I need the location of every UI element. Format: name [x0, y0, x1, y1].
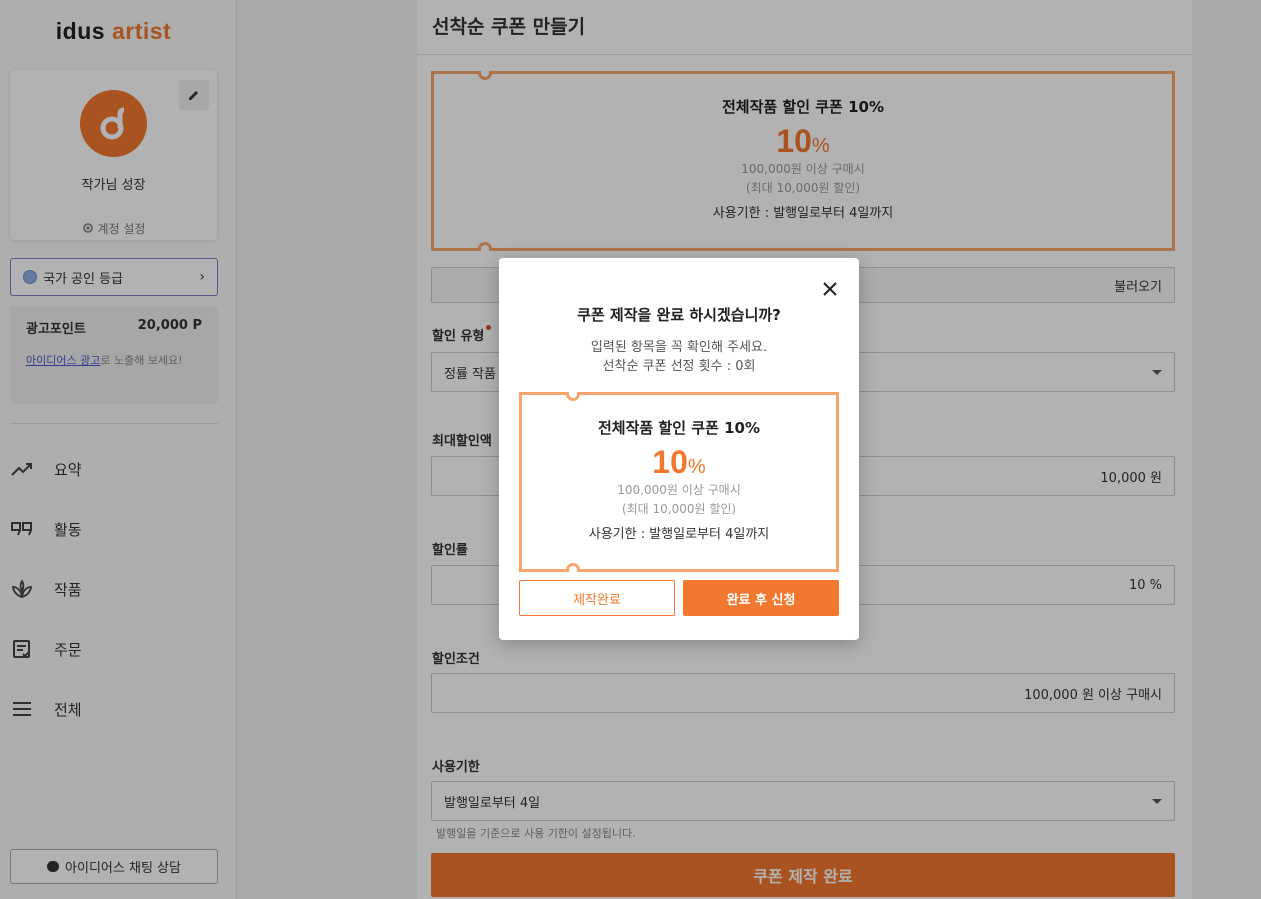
- confirm-modal: 쿠폰 제작을 완료 하시겠습니까? 입력된 항목을 꼭 확인해 주세요. 선착순…: [499, 258, 859, 640]
- coupon-validity: 사용기한 : 발행일로부터 4일까지: [588, 527, 770, 542]
- modal-subtitle: 입력된 항목을 꼭 확인해 주세요. 선착순 쿠폰 선정 횟수 : 0회: [499, 338, 859, 376]
- modal-sub-line: 입력된 항목을 꼭 확인해 주세요.: [590, 340, 768, 355]
- modal-title: 쿠폰 제작을 완료 하시겠습니까?: [577, 306, 781, 324]
- coupon-max-discount: (최대 10,000원 할인): [621, 502, 737, 516]
- coupon-title: 전체작품 할인 쿠폰 10%: [598, 419, 760, 437]
- complete-and-apply-button[interactable]: 완료 후 신청: [683, 580, 839, 616]
- modal-selection-count: 선착순 쿠폰 선정 횟수 : 0회: [602, 359, 756, 374]
- close-icon[interactable]: [821, 280, 839, 298]
- complete-button[interactable]: 제작완료: [519, 580, 675, 616]
- coupon-percent: 10%: [652, 444, 706, 480]
- coupon-condition: 100,000원 이상 구매시: [617, 483, 741, 497]
- modal-coupon-preview: 전체작품 할인 쿠폰 10% 10% 100,000원 이상 구매시 (최대 1…: [519, 392, 839, 572]
